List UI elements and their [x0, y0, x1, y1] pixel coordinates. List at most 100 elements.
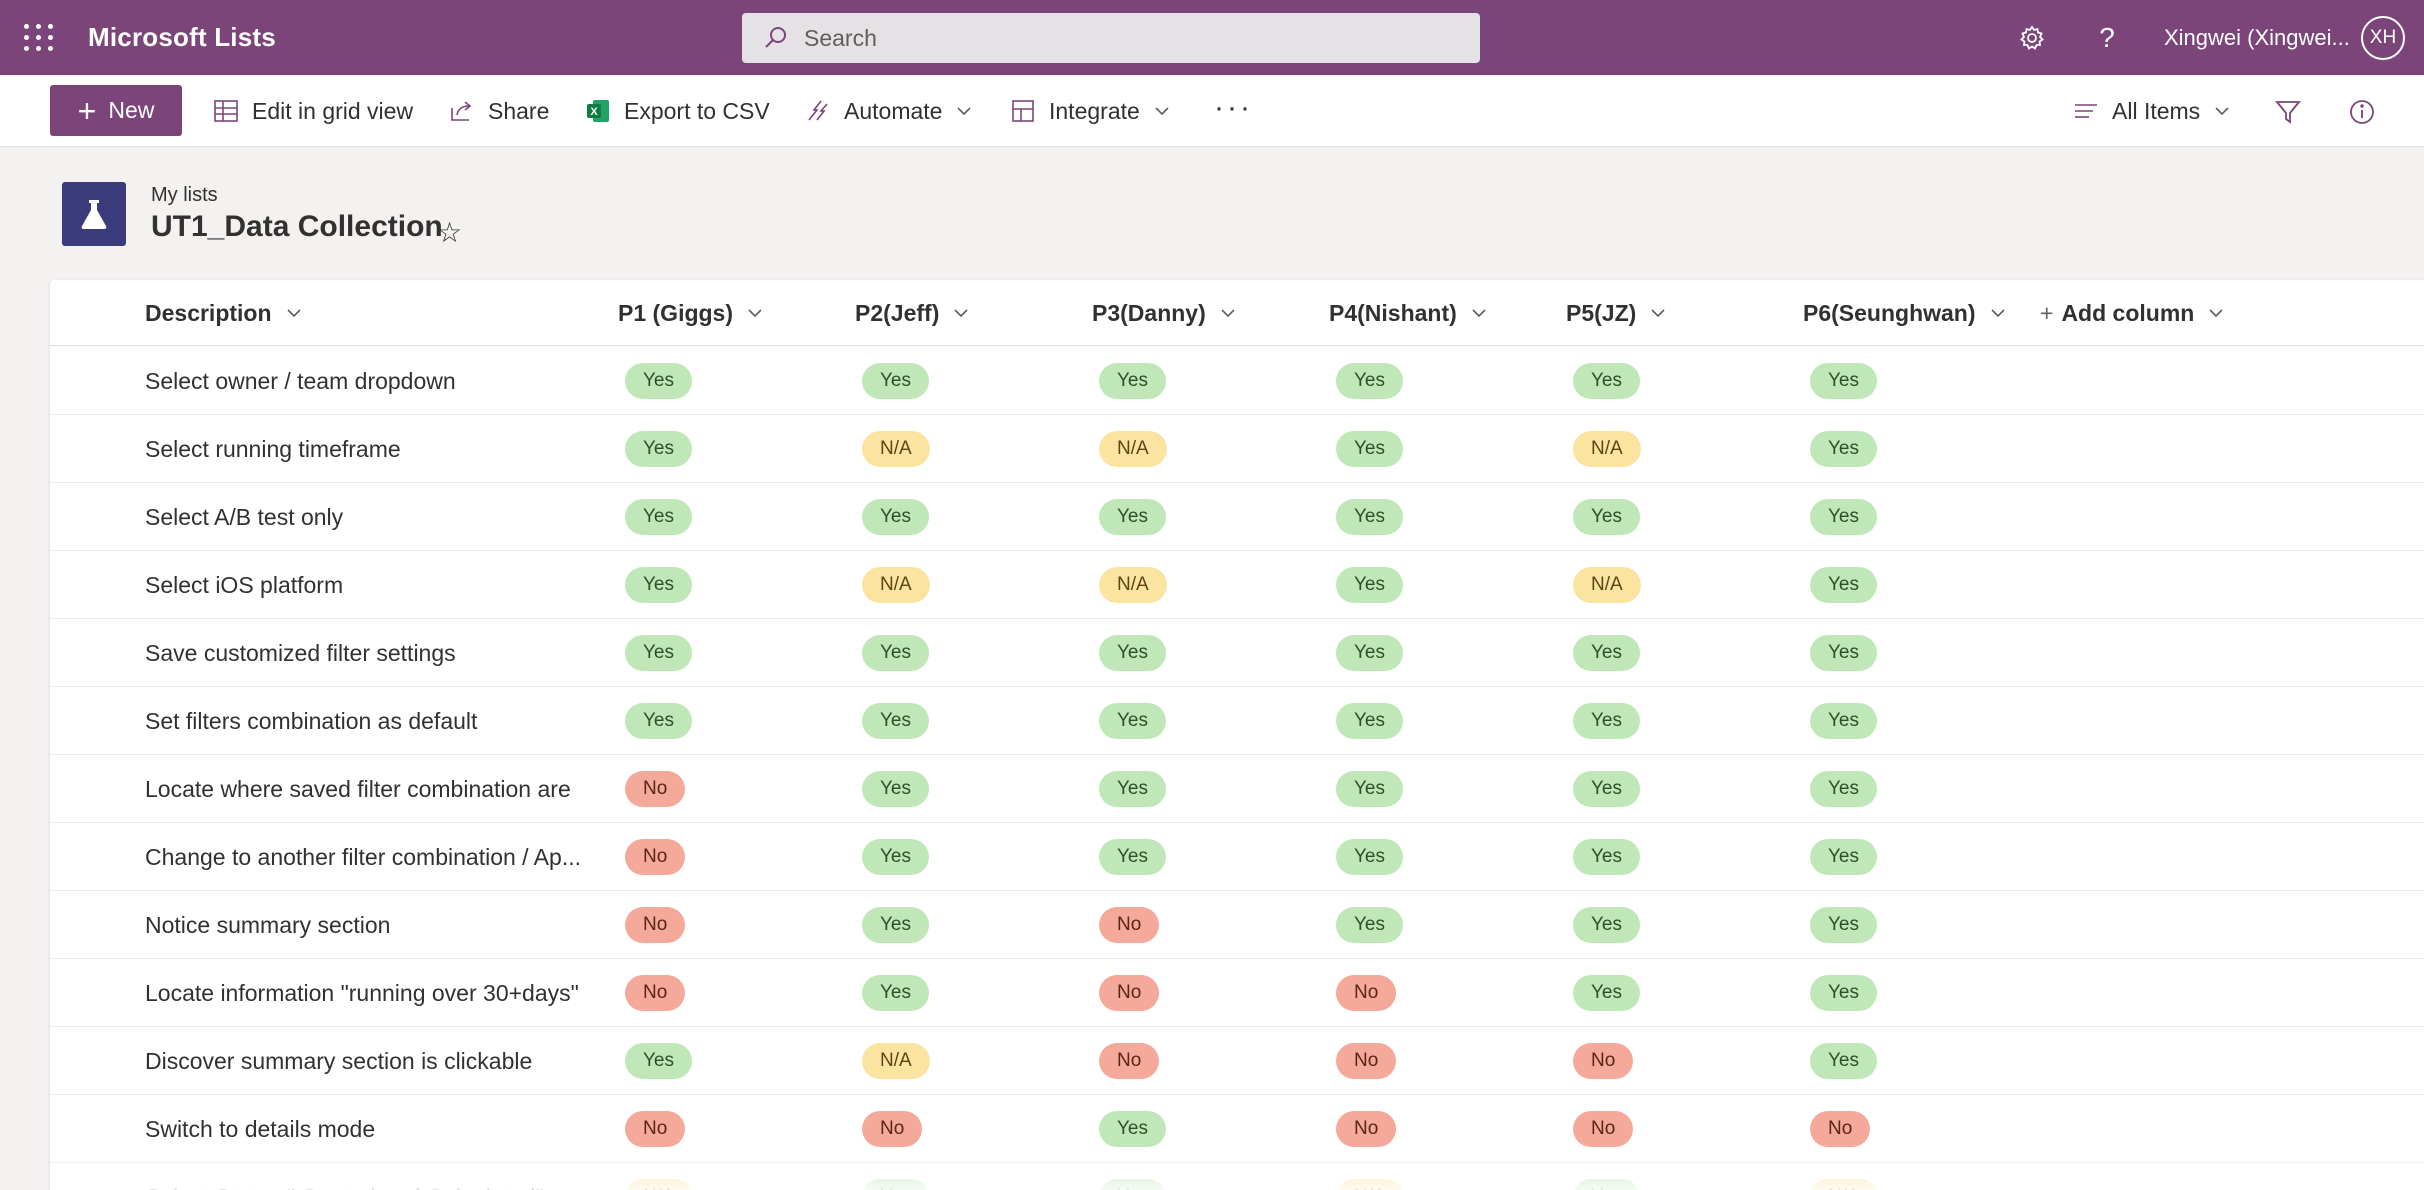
status-pill[interactable]: Yes — [1099, 635, 1166, 671]
status-pill[interactable]: Yes — [1573, 907, 1640, 943]
status-pill[interactable]: No — [625, 839, 686, 875]
table-row[interactable]: Select owner / team dropdown Yes Yes Yes Yes… — [50, 347, 2424, 415]
app-launcher-icon[interactable] — [22, 22, 53, 52]
status-pill[interactable]: Yes — [1336, 431, 1403, 467]
status-pill[interactable]: N/A — [1099, 431, 1167, 467]
status-pill[interactable]: Yes — [862, 839, 929, 875]
status-pill[interactable]: No — [1810, 1111, 1871, 1147]
status-pill[interactable]: Yes — [1810, 363, 1877, 399]
status-pill[interactable]: Yes — [1336, 635, 1403, 671]
share-button[interactable]: Share — [448, 75, 549, 147]
status-pill[interactable]: No — [625, 1111, 686, 1147]
status-pill[interactable]: Yes — [625, 635, 692, 671]
edit-grid-view-button[interactable]: Edit in grid view — [212, 75, 413, 147]
status-pill[interactable]: No — [862, 1111, 923, 1147]
status-pill[interactable]: No — [1336, 975, 1397, 1011]
status-pill[interactable]: Yes — [1573, 635, 1640, 671]
table-row[interactable]: Set filters combination as default Yes Yes… — [50, 687, 2424, 755]
status-pill[interactable]: Yes — [1099, 771, 1166, 807]
column-header-2[interactable]: P2(Jeff) — [855, 280, 971, 346]
table-row[interactable]: Select running timeframe Yes N/A N/A Yes N/A Y… — [50, 415, 2424, 483]
status-pill[interactable]: N/A — [1810, 1179, 1878, 1190]
status-pill[interactable]: Yes — [625, 431, 692, 467]
table-row[interactable]: Select A/B test only Yes Yes Yes Yes Yes Yes — [50, 483, 2424, 551]
column-header-4[interactable]: P4(Nishant) — [1329, 280, 1489, 346]
status-pill[interactable]: Yes — [1099, 363, 1166, 399]
status-pill[interactable]: Yes — [862, 635, 929, 671]
more-options-icon[interactable]: ··· — [1214, 91, 1253, 125]
user-name[interactable]: Xingwei (Xingwei... — [2164, 25, 2350, 51]
status-pill[interactable]: No — [1573, 1043, 1634, 1079]
status-pill[interactable]: Yes — [862, 907, 929, 943]
status-pill[interactable]: N/A — [862, 431, 930, 467]
status-pill[interactable]: Yes — [1336, 363, 1403, 399]
status-pill[interactable]: No — [1099, 907, 1160, 943]
status-pill[interactable]: Yes — [625, 703, 692, 739]
table-row[interactable]: Save customized filter settings Yes Yes Yes… — [50, 619, 2424, 687]
status-pill[interactable]: Yes — [1099, 839, 1166, 875]
status-pill[interactable]: Yes — [1573, 975, 1640, 1011]
table-row[interactable]: Select Status " Started and Calculated"N… — [50, 1163, 2424, 1190]
table-row[interactable]: Select iOS platform Yes N/A N/A Yes N/A Yes — [50, 551, 2424, 619]
status-pill[interactable]: No — [625, 975, 686, 1011]
status-pill[interactable]: Yes — [1810, 431, 1877, 467]
new-button[interactable]: + New — [50, 85, 182, 136]
status-pill[interactable]: Yes — [1810, 635, 1877, 671]
export-csv-button[interactable]: X Export to CSV — [584, 75, 770, 147]
status-pill[interactable]: No — [625, 771, 686, 807]
status-pill[interactable]: Yes — [1573, 363, 1640, 399]
status-pill[interactable]: Yes — [625, 363, 692, 399]
status-pill[interactable]: Yes — [1810, 1043, 1877, 1079]
table-row[interactable]: Locate where saved filter combination ar… — [50, 755, 2424, 823]
settings-gear-icon[interactable] — [2014, 20, 2050, 56]
status-pill[interactable]: N/A — [862, 567, 930, 603]
table-row[interactable]: Notice summary section No Yes No Yes Yes Yes — [50, 891, 2424, 959]
status-pill[interactable]: No — [1336, 1043, 1397, 1079]
status-pill[interactable]: Yes — [1573, 839, 1640, 875]
avatar[interactable]: XH — [2361, 16, 2405, 60]
app-title[interactable]: Microsoft Lists — [88, 22, 276, 53]
table-row[interactable]: Locate information "running over 30+days… — [50, 959, 2424, 1027]
status-pill[interactable]: Yes — [1810, 907, 1877, 943]
status-pill[interactable]: Yes — [1099, 1111, 1166, 1147]
integrate-menu[interactable]: Integrate — [1009, 75, 1172, 147]
status-pill[interactable]: Yes — [862, 771, 929, 807]
status-pill[interactable]: Yes — [625, 1043, 692, 1079]
search-box[interactable]: Search — [742, 13, 1480, 63]
status-pill[interactable]: Yes — [862, 975, 929, 1011]
status-pill[interactable]: Yes — [625, 499, 692, 535]
breadcrumb-my-lists[interactable]: My lists — [151, 184, 218, 207]
status-pill[interactable]: Yes — [1099, 499, 1166, 535]
column-header-1[interactable]: P1 (Giggs) — [618, 280, 765, 346]
favorite-star-icon[interactable]: ☆ — [437, 216, 462, 249]
status-pill[interactable]: Yes — [1810, 703, 1877, 739]
status-pill[interactable]: Yes — [1810, 771, 1877, 807]
status-pill[interactable]: No — [625, 907, 686, 943]
status-pill[interactable]: Yes — [1099, 703, 1166, 739]
table-row[interactable]: Discover summary section is clickable Yes… — [50, 1027, 2424, 1095]
status-pill[interactable]: No — [1336, 1111, 1397, 1147]
status-pill[interactable]: N/A — [1336, 1179, 1404, 1190]
status-pill[interactable]: Yes — [1336, 499, 1403, 535]
status-pill[interactable]: Yes — [1336, 567, 1403, 603]
filter-icon[interactable] — [2273, 97, 2303, 127]
status-pill[interactable]: No — [1099, 975, 1160, 1011]
status-pill[interactable]: N/A — [625, 1179, 693, 1190]
help-icon[interactable]: ? — [2089, 20, 2125, 56]
status-pill[interactable]: Yes — [862, 363, 929, 399]
column-header-5[interactable]: P5(JZ) — [1566, 280, 1668, 346]
status-pill[interactable]: Yes — [1336, 703, 1403, 739]
status-pill[interactable]: No — [1099, 1043, 1160, 1079]
status-pill[interactable]: N/A — [1573, 567, 1641, 603]
column-header-6[interactable]: P6(Seunghwan) — [1803, 280, 2008, 346]
status-pill[interactable]: Yes — [862, 499, 929, 535]
status-pill[interactable]: Yes — [862, 1179, 929, 1190]
info-icon[interactable] — [2347, 97, 2377, 127]
table-row[interactable]: Change to another filter combination / A… — [50, 823, 2424, 891]
column-header-0[interactable]: Description — [145, 280, 304, 346]
table-row[interactable]: Switch to details mode No No Yes No No No — [50, 1095, 2424, 1163]
view-selector[interactable]: All Items — [2072, 75, 2232, 147]
status-pill[interactable]: Yes — [1810, 975, 1877, 1011]
status-pill[interactable]: N/A — [1099, 567, 1167, 603]
status-pill[interactable]: Yes — [1573, 703, 1640, 739]
